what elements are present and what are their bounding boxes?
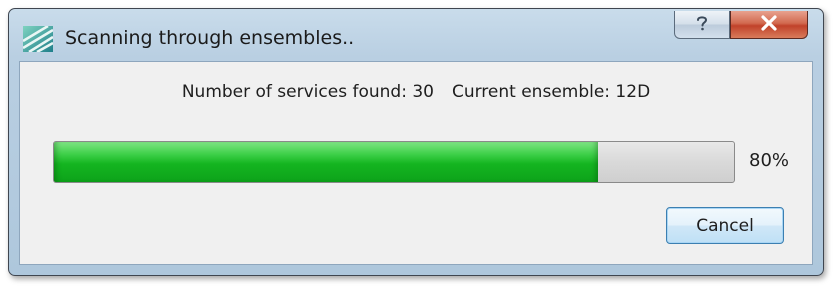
title-bar[interactable]: Scanning through ensembles.. [9, 9, 823, 59]
close-button[interactable] [730, 11, 808, 39]
help-button[interactable] [674, 11, 730, 39]
cancel-button[interactable]: Cancel [666, 207, 784, 244]
scan-dialog-window: Scanning through ensembles.. Number of s… [8, 8, 824, 276]
striped-app-icon [22, 24, 54, 54]
progress-percent-label: 80% [749, 150, 790, 171]
scan-progress-bar [53, 141, 735, 183]
dialog-content: Number of services found: 30 Current ense… [19, 61, 813, 265]
close-x-icon [760, 14, 778, 35]
services-found-text: Number of services found: 30 [181, 82, 434, 102]
window-title: Scanning through ensembles.. [65, 27, 355, 49]
current-ensemble-text: Current ensemble: 12D [451, 82, 651, 102]
question-mark-icon [694, 14, 710, 36]
scan-status-line: Number of services found: 30 Current ense… [20, 82, 812, 102]
progress-fill [54, 142, 598, 182]
